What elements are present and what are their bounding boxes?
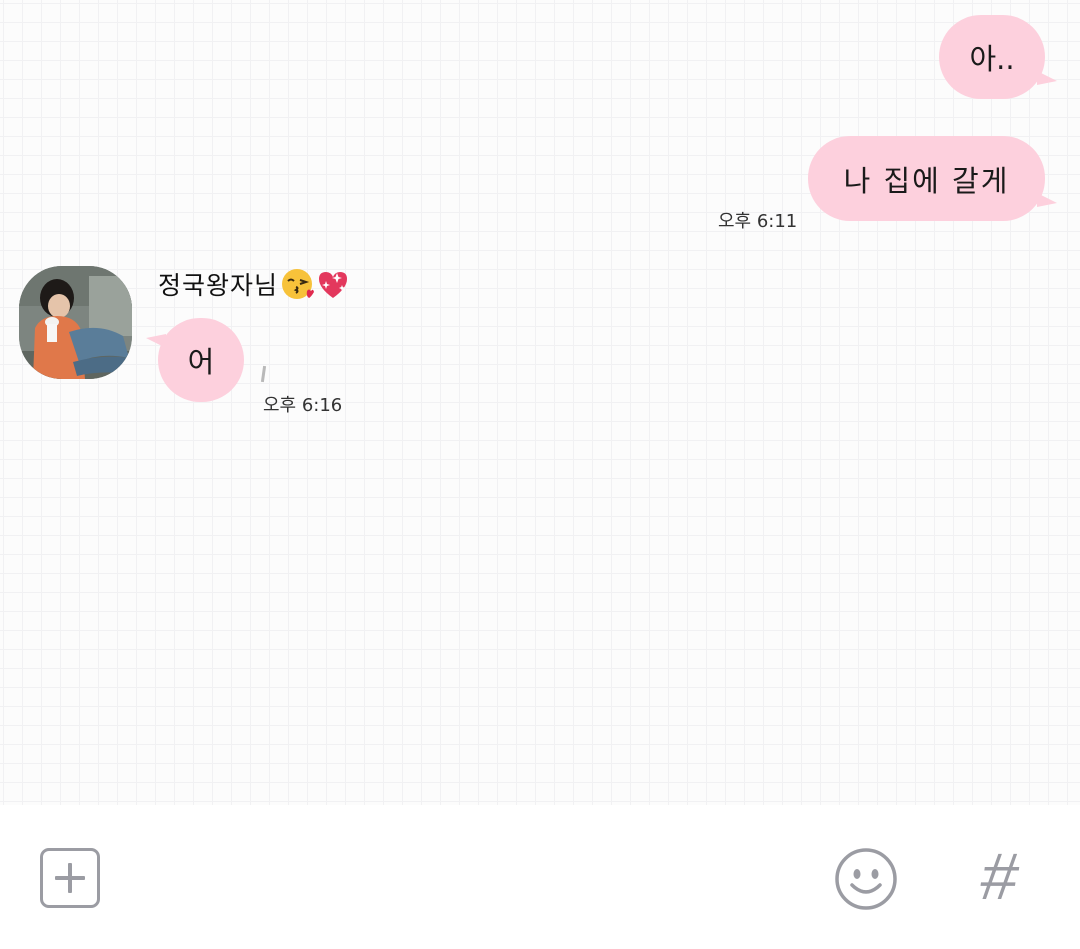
message-text: 나 집에 갈게	[843, 163, 1010, 198]
message-timestamp: 오후 6:11	[718, 211, 798, 232]
message-text: 아..	[969, 42, 1015, 76]
profile-photo	[19, 266, 132, 379]
input-bar: #	[0, 805, 1080, 949]
message-text: 어	[187, 345, 215, 379]
outgoing-message-bubble[interactable]: 나 집에 갈게	[808, 136, 1057, 221]
message-timestamp: 오후 6:16	[263, 395, 343, 416]
plus-icon[interactable]	[40, 848, 100, 908]
chat-message-area[interactable]: 아.. 나 집에 갈게 오후 6:11 정국왕자님 어 오후 6:16	[0, 0, 1080, 805]
hashtag-search-button[interactable]: #	[965, 839, 1035, 913]
sender-name-text: 정국왕자님	[158, 271, 279, 300]
sparkling-heart-emoji-icon	[316, 267, 350, 301]
sender-avatar[interactable]	[19, 266, 132, 379]
emoticon-icon[interactable]	[834, 847, 898, 911]
sender-name: 정국왕자님	[158, 266, 350, 302]
outgoing-message-bubble[interactable]: 아..	[939, 15, 1057, 99]
incoming-message-bubble[interactable]: 어	[146, 318, 244, 402]
kissing-face-emoji-icon	[280, 267, 315, 301]
unread-count-mark	[260, 365, 267, 383]
